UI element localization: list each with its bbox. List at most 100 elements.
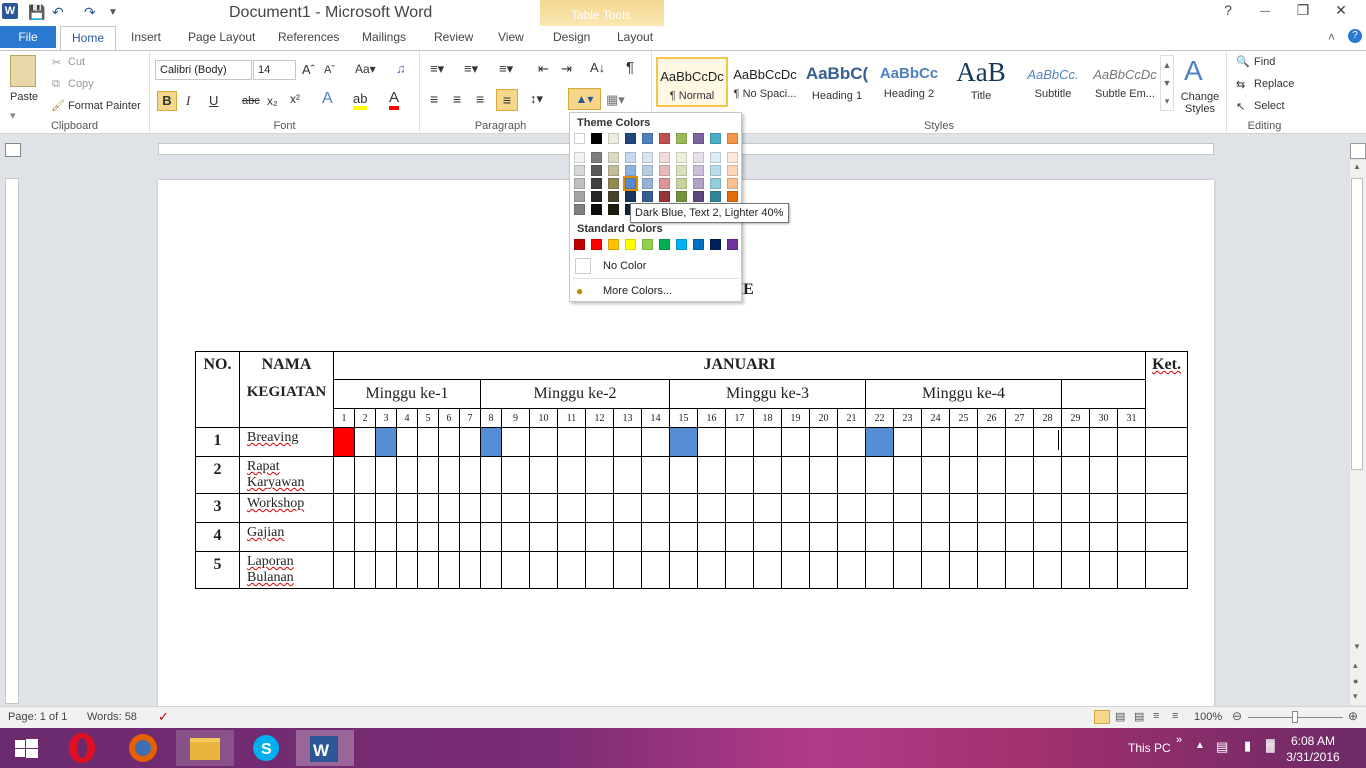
standard-color-swatch[interactable]: [710, 239, 721, 250]
theme-color-swatch[interactable]: [574, 204, 585, 215]
day-cell[interactable]: [1005, 493, 1034, 523]
day-cell[interactable]: [809, 456, 838, 494]
help-icon[interactable]: ?: [1213, 2, 1243, 22]
day-cell[interactable]: [501, 522, 530, 552]
theme-color-swatch[interactable]: [659, 165, 670, 176]
day-cell[interactable]: [753, 522, 782, 552]
scrollbar-thumb[interactable]: [1351, 178, 1363, 470]
day-cell[interactable]: [921, 493, 950, 523]
theme-color-swatch[interactable]: [608, 204, 619, 215]
day-cell[interactable]: [977, 522, 1006, 552]
day-cell[interactable]: [396, 493, 418, 523]
day-cell[interactable]: [781, 427, 810, 457]
tab-references[interactable]: References: [278, 30, 339, 44]
day-header[interactable]: 2: [354, 408, 376, 428]
header-month[interactable]: JANUARI: [333, 351, 1146, 380]
day-cell[interactable]: [697, 551, 726, 589]
day-cell[interactable]: [697, 493, 726, 523]
week-header[interactable]: Minggu ke-1: [333, 379, 481, 409]
day-cell[interactable]: [1005, 522, 1034, 552]
day-header[interactable]: 30: [1089, 408, 1118, 428]
align-right-icon[interactable]: ≡: [476, 91, 484, 107]
day-cell[interactable]: [459, 522, 481, 552]
day-cell[interactable]: [725, 522, 754, 552]
color-palette-icon[interactable]: ●: [576, 284, 583, 298]
theme-color-swatch[interactable]: [591, 204, 602, 215]
day-header[interactable]: 19: [781, 408, 810, 428]
day-cell[interactable]: [921, 522, 950, 552]
opera-taskbar-button[interactable]: [56, 730, 114, 766]
day-cell[interactable]: [669, 522, 698, 552]
change-styles-icon[interactable]: A: [1184, 55, 1203, 87]
day-cell[interactable]: [459, 493, 481, 523]
day-cell[interactable]: [585, 493, 614, 523]
day-cell[interactable]: [893, 493, 922, 523]
decrease-indent-icon[interactable]: ⇤: [538, 61, 549, 77]
theme-color-swatch[interactable]: [642, 178, 653, 189]
web-layout-icon[interactable]: ▤: [1134, 710, 1144, 723]
day-cell[interactable]: [1089, 493, 1118, 523]
center-icon[interactable]: ≡: [453, 91, 461, 107]
day-cell[interactable]: [641, 456, 670, 494]
day-cell[interactable]: [893, 456, 922, 494]
theme-color-swatch[interactable]: [659, 191, 670, 202]
format-painter-button[interactable]: Format Painter: [68, 100, 141, 112]
day-cell[interactable]: [585, 427, 614, 457]
day-cell[interactable]: [865, 551, 894, 589]
zoom-in-icon[interactable]: ⊕: [1348, 709, 1358, 723]
day-cell[interactable]: [641, 427, 670, 457]
day-cell[interactable]: [697, 427, 726, 457]
row-number[interactable]: 5: [195, 551, 240, 589]
tab-review[interactable]: Review: [434, 30, 473, 44]
theme-color-swatch[interactable]: [693, 165, 704, 176]
day-cell[interactable]: [725, 456, 754, 494]
zoom-slider-thumb[interactable]: [1292, 711, 1298, 723]
day-cell[interactable]: [1061, 456, 1090, 494]
underline-button[interactable]: U: [209, 93, 218, 108]
theme-color-swatch[interactable]: [642, 165, 653, 176]
day-cell[interactable]: [781, 551, 810, 589]
day-cell[interactable]: [333, 456, 355, 494]
day-cell[interactable]: [725, 551, 754, 589]
day-cell[interactable]: [354, 456, 376, 494]
day-cell[interactable]: [893, 427, 922, 457]
ribbon-display-icon[interactable]: ―: [1250, 6, 1280, 26]
day-cell[interactable]: [396, 427, 418, 457]
draft-icon[interactable]: ≡: [1172, 710, 1178, 722]
day-cell[interactable]: [1005, 427, 1034, 457]
bold-button[interactable]: B: [157, 91, 177, 111]
day-cell[interactable]: [557, 493, 586, 523]
day-cell[interactable]: [501, 493, 530, 523]
line-spacing-icon[interactable]: ↕▾: [530, 91, 543, 107]
day-header[interactable]: 11: [557, 408, 586, 428]
day-cell[interactable]: [753, 493, 782, 523]
select-browse-object-icon[interactable]: ●: [1353, 676, 1358, 686]
bullets-icon[interactable]: ≡▾: [430, 61, 444, 77]
borders-icon[interactable]: ▦▾: [606, 92, 625, 108]
theme-color-swatch[interactable]: [659, 178, 670, 189]
theme-color-swatch[interactable]: [591, 191, 602, 202]
day-header[interactable]: 31: [1117, 408, 1146, 428]
day-cell[interactable]: [809, 522, 838, 552]
day-cell[interactable]: [333, 493, 355, 523]
superscript-button[interactable]: x²: [290, 92, 300, 106]
day-header[interactable]: 17: [725, 408, 754, 428]
day-cell[interactable]: [1061, 522, 1090, 552]
theme-color-swatch[interactable]: [625, 152, 636, 163]
activity-name[interactable]: Rapat Karyawan: [239, 456, 334, 494]
day-cell[interactable]: [557, 456, 586, 494]
day-cell[interactable]: [893, 522, 922, 552]
day-cell[interactable]: [977, 551, 1006, 589]
day-cell[interactable]: [613, 493, 642, 523]
toolbar-expand-icon[interactable]: »: [1176, 734, 1182, 746]
day-header[interactable]: 4: [396, 408, 418, 428]
day-header[interactable]: 23: [893, 408, 922, 428]
day-cell[interactable]: [753, 551, 782, 589]
day-cell[interactable]: [417, 551, 439, 589]
day-cell[interactable]: [613, 456, 642, 494]
style-normal[interactable]: AaBbCcDc ¶ Normal: [656, 57, 728, 107]
tab-file[interactable]: File: [0, 26, 56, 48]
day-cell[interactable]: [529, 551, 558, 589]
day-cell[interactable]: [977, 493, 1006, 523]
day-cell[interactable]: [641, 522, 670, 552]
